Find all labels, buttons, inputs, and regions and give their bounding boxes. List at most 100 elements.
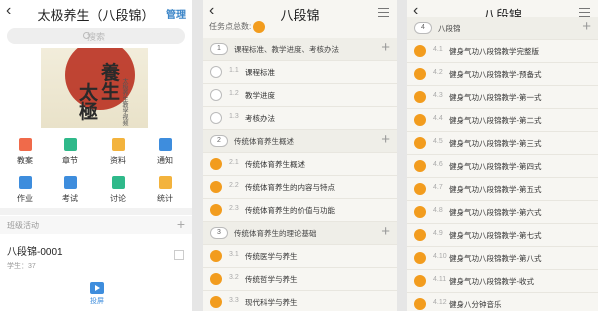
feature-3[interactable]: 通知 — [146, 138, 184, 166]
lesson-row[interactable]: 4.3 健身气功八段锦教学-第一式 — [407, 86, 598, 108]
lesson-number: 1.3 — [229, 113, 239, 120]
lesson-title: 传统体育养生概述 — [245, 160, 305, 169]
page-title: 太极养生（八段锦） — [37, 8, 155, 23]
task-status-icon — [414, 275, 426, 287]
add-icon[interactable]: + — [582, 18, 591, 35]
lesson-number: 4.11 — [433, 276, 447, 283]
feature-4[interactable]: 作业 — [6, 176, 44, 204]
add-icon[interactable]: + — [381, 39, 390, 56]
lesson-row[interactable]: 4.12 健身八分钟音乐 — [407, 293, 598, 311]
chapter-list-screen: ‹ 八段锦 任务点总数: 1 课程标准、教学进度、考核办法 +1.1 课程标准 1.2 教… — [203, 0, 397, 311]
cover-text-yangsheng: 養 生 — [101, 62, 121, 103]
task-status-icon — [210, 204, 222, 216]
lesson-title: 健身气功八段锦教学-第八式 — [449, 254, 542, 263]
chapter-title: 传统体育养生概述 — [234, 137, 294, 146]
feature-2[interactable]: 资料 — [99, 138, 137, 166]
lesson-number: 1.1 — [229, 67, 239, 74]
feature-label: 教案 — [17, 156, 33, 165]
cover-text-taiji: 太 極 — [79, 82, 99, 123]
search-input[interactable]: 搜索 — [7, 28, 185, 44]
lesson-row[interactable]: 1.2 教学进度 — [203, 84, 397, 106]
task-status-icon — [210, 112, 222, 124]
cover-subtitle: 太极养生教学视频 — [121, 78, 127, 126]
chapter-row[interactable]: 1 课程标准、教学进度、考核办法 + — [203, 38, 397, 60]
lesson-number: 4.5 — [433, 138, 443, 145]
lesson-number: 4.1 — [433, 46, 443, 53]
lesson-number: 2.1 — [229, 159, 239, 166]
class-activity-header: 班级活动 + — [0, 216, 192, 234]
add-icon[interactable]: + — [177, 216, 185, 232]
lesson-title: 教学进度 — [245, 91, 275, 100]
chapter-number: 2 — [210, 135, 228, 147]
lesson-row[interactable]: 3.3 现代科学与养生 — [203, 291, 397, 311]
lesson-number: 4.10 — [433, 253, 447, 260]
task-count-label: 任务点总数: — [209, 22, 252, 32]
feature-label: 统计 — [157, 194, 173, 203]
lesson-row[interactable]: 4.11 健身气功八段锦教学-收式 — [407, 270, 598, 292]
task-status-icon — [414, 229, 426, 241]
task-status-icon — [414, 160, 426, 172]
lesson-row[interactable]: 4.2 健身气功八段锦教学-预备式 — [407, 63, 598, 85]
task-status-icon — [210, 66, 222, 78]
add-icon[interactable]: + — [381, 223, 390, 240]
lesson-row[interactable]: 2.2 传统体育养生的内容与特点 — [203, 176, 397, 198]
lesson-row[interactable]: 4.8 健身气功八段锦教学-第六式 — [407, 201, 598, 223]
lesson-row[interactable]: 3.2 传统哲学与养生 — [203, 268, 397, 290]
course-cover-image: 太 極 養 生 太极养生教学视频 — [41, 48, 148, 128]
chapter-row[interactable]: 4 八段锦 + — [407, 17, 598, 39]
chapter-row[interactable]: 3 传统体育养生的理论基础 + — [203, 222, 397, 244]
feature-0[interactable]: 教案 — [6, 138, 44, 166]
lesson-row[interactable]: 4.1 健身气功八段锦教学完整版 — [407, 40, 598, 62]
feature-label: 考试 — [62, 194, 78, 203]
lesson-title: 课程标准 — [245, 68, 275, 77]
lesson-number: 1.2 — [229, 90, 239, 97]
lesson-row[interactable]: 4.7 健身气功八段锦教学-第五式 — [407, 178, 598, 200]
lesson-title: 健身气功八段锦教学-第七式 — [449, 231, 542, 240]
lesson-number: 4.3 — [433, 92, 443, 99]
feature-icon — [18, 176, 32, 189]
projection-icon — [90, 282, 104, 294]
add-icon[interactable]: + — [381, 131, 390, 148]
feature-icon — [111, 176, 125, 189]
task-status-icon — [414, 91, 426, 103]
lesson-title: 健身气功八段锦教学-第五式 — [449, 185, 542, 194]
lesson-title: 健身气功八段锦教学-第六式 — [449, 208, 542, 217]
section-title: 班级活动 — [7, 221, 39, 230]
lesson-row[interactable]: 3.1 传统医学与养生 — [203, 245, 397, 267]
lesson-row[interactable]: 4.5 健身气功八段锦教学-第三式 — [407, 132, 598, 154]
feature-label: 讨论 — [110, 194, 126, 203]
task-status-icon — [210, 181, 222, 193]
projection-button[interactable]: 投屏 — [84, 282, 110, 306]
lesson-row[interactable]: 4.4 健身气功八段锦教学-第二式 — [407, 109, 598, 131]
feature-5[interactable]: 考试 — [51, 176, 89, 204]
search-placeholder: 搜索 — [86, 32, 105, 42]
lesson-row[interactable]: 4.6 健身气功八段锦教学-第四式 — [407, 155, 598, 177]
lesson-title: 健身气功八段锦教学完整版 — [449, 47, 539, 56]
lesson-row[interactable]: 2.3 传统体育养生的价值与功能 — [203, 199, 397, 221]
menu-icon[interactable] — [579, 8, 590, 17]
chapter-row[interactable]: 2 传统体育养生概述 + — [203, 130, 397, 152]
task-status-icon — [210, 273, 222, 285]
feature-1[interactable]: 章节 — [51, 138, 89, 166]
feature-icon — [158, 138, 172, 151]
lesson-number: 4.12 — [433, 299, 447, 306]
qr-code-icon[interactable] — [174, 250, 184, 260]
feature-7[interactable]: 统计 — [146, 176, 184, 204]
task-status-icon — [414, 114, 426, 126]
lesson-row[interactable]: 1.1 课程标准 — [203, 61, 397, 83]
lesson-row[interactable]: 2.1 传统体育养生概述 — [203, 153, 397, 175]
lesson-title: 传统医学与养生 — [245, 252, 298, 261]
feature-label: 资料 — [110, 156, 126, 165]
lesson-title: 健身气功八段锦教学-第一式 — [449, 93, 542, 102]
menu-icon[interactable] — [378, 8, 389, 17]
lesson-row[interactable]: 4.9 健身气功八段锦教学-第七式 — [407, 224, 598, 246]
lesson-row[interactable]: 4.10 健身气功八段锦教学-第八式 — [407, 247, 598, 269]
feature-label: 作业 — [17, 194, 33, 203]
class-item[interactable]: 八段锦-0001 学生：37 — [7, 243, 63, 271]
lesson-row[interactable]: 1.3 考核办法 — [203, 107, 397, 129]
manage-button[interactable]: 管理 — [166, 6, 186, 21]
task-status-icon — [210, 158, 222, 170]
feature-6[interactable]: 讨论 — [99, 176, 137, 204]
task-status-icon — [210, 296, 222, 308]
task-status-icon — [210, 89, 222, 101]
